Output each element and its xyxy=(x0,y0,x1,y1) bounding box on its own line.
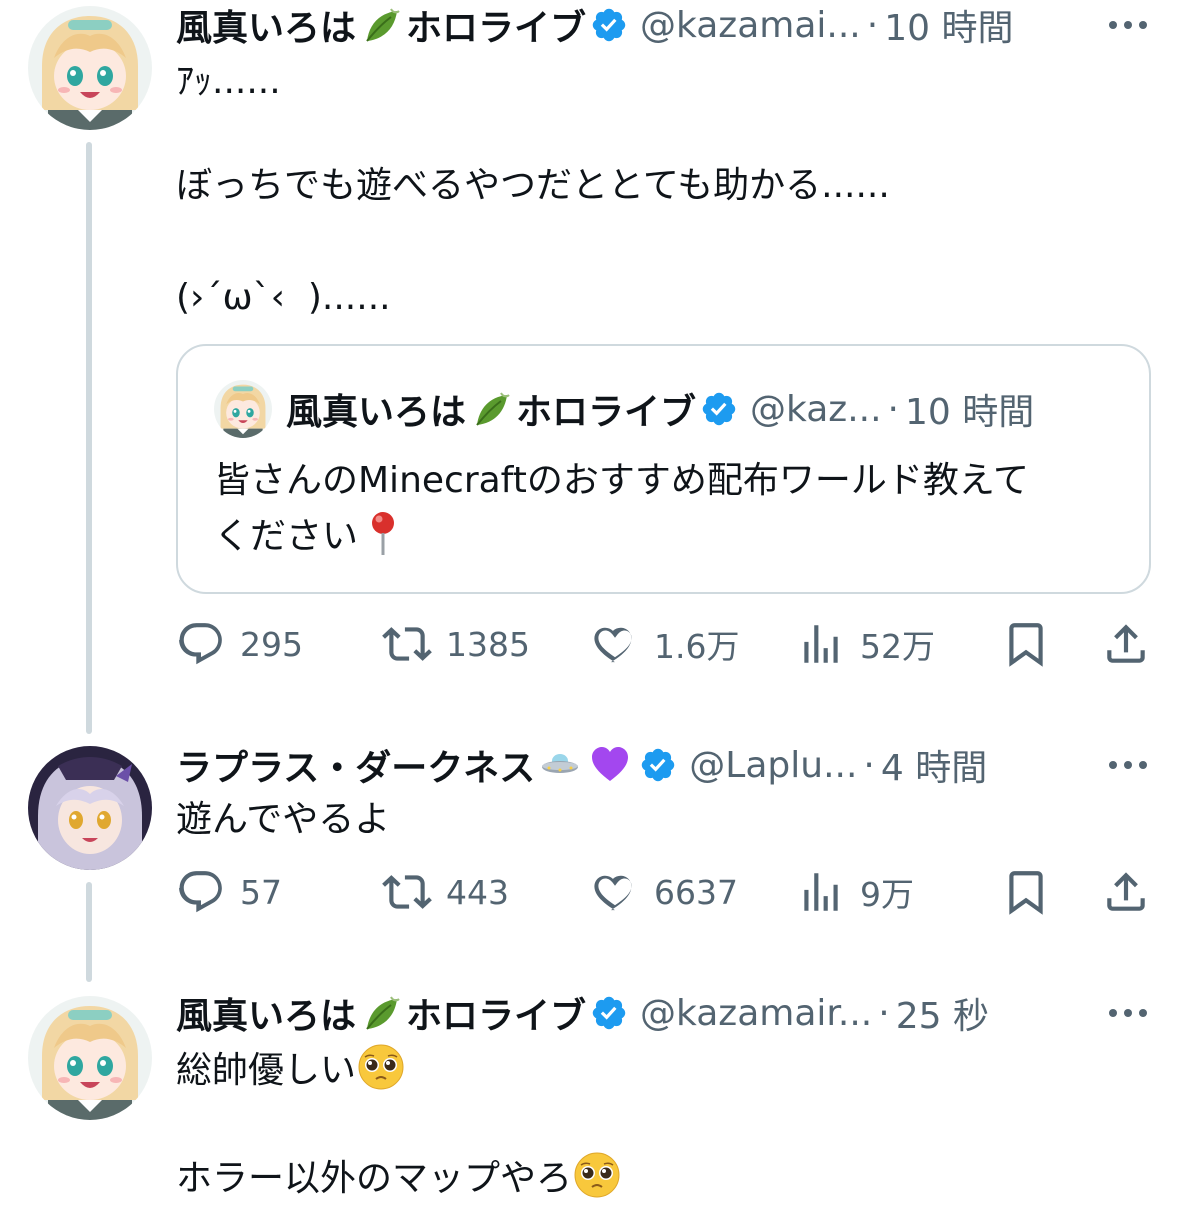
author-name[interactable]: 風真いろは xyxy=(176,987,356,1039)
verified-badge-icon[interactable] xyxy=(639,746,677,784)
quote-text: 皆さんのMinecraftのおすすめ配布ワールド教えて ください xyxy=(214,454,1029,564)
quote-text-line: ください xyxy=(214,516,359,557)
quote-author-name-suffix: ホロライブ xyxy=(516,392,697,433)
avatar[interactable] xyxy=(28,746,152,870)
bookmark-icon xyxy=(1001,619,1051,669)
views-count: 52万 xyxy=(860,627,935,666)
like-icon xyxy=(590,619,640,669)
reply-count: 295 xyxy=(240,624,303,664)
post-actions: 57 443 6637 9万 xyxy=(176,862,1151,922)
views-button[interactable]: 9万 xyxy=(796,862,914,922)
share-icon xyxy=(1101,619,1151,669)
repost-count: 1385 xyxy=(446,624,530,664)
pleading-face-emoji xyxy=(572,1150,622,1200)
post-header: 風真いろは ホロライブ @kazamai... · 10 時間 xyxy=(176,0,1013,50)
like-button[interactable]: 6637 xyxy=(590,862,738,922)
share-icon xyxy=(1101,867,1151,917)
reply-icon xyxy=(176,619,226,669)
verified-badge-icon xyxy=(700,390,738,428)
pushpin-emoji xyxy=(358,508,408,558)
reply-count: 57 xyxy=(240,872,282,912)
author-handle[interactable]: @kazamai... xyxy=(640,5,861,46)
verified-badge-icon[interactable] xyxy=(590,6,628,44)
repost-button[interactable]: 1385 xyxy=(382,614,530,674)
more-icon[interactable] xyxy=(1107,988,1149,1038)
views-icon xyxy=(796,867,846,917)
like-count: 1.6万 xyxy=(654,627,740,666)
separator-dot: · xyxy=(863,744,875,786)
more-icon[interactable] xyxy=(1107,740,1149,790)
views-icon xyxy=(796,619,846,669)
avatar[interactable] xyxy=(28,996,152,1120)
author-handle[interactable]: @kazamair... xyxy=(640,993,872,1034)
quote-author-name: 風真いろは xyxy=(286,392,467,433)
author-name-suffix[interactable]: ホロライブ xyxy=(406,987,586,1039)
verified-badge-icon[interactable] xyxy=(590,994,628,1032)
leaf-emoji xyxy=(358,2,404,48)
thread-line-2 xyxy=(86,882,92,982)
ufo-emoji xyxy=(537,742,583,788)
leaf-emoji xyxy=(358,990,404,1036)
quote-time: 10 時間 xyxy=(905,392,1035,433)
more-icon[interactable] xyxy=(1107,0,1149,50)
like-button[interactable]: 1.6万 xyxy=(590,614,739,674)
quote-card[interactable]: 風真いろは ホロライブ @kaz... · 10 時間 皆さんのMinecraf… xyxy=(176,344,1151,594)
views-count: 9万 xyxy=(860,875,914,914)
separator-dot: · xyxy=(866,4,879,46)
bookmark-button[interactable] xyxy=(1001,614,1065,674)
post-text-line: ホラー以外のマップやろ xyxy=(176,1150,622,1207)
post-text-line: ぼっちでも遊べるやつだととても助かる...... xyxy=(176,165,890,206)
avatar[interactable] xyxy=(28,6,152,130)
post-text-line: 総帥優しい xyxy=(176,1042,406,1099)
post-text-segment: 総帥優しい xyxy=(176,1050,357,1091)
like-count: 6637 xyxy=(654,872,738,912)
author-handle[interactable]: @Laplu... xyxy=(689,745,857,786)
post-actions: 295 1385 1.6万 52万 xyxy=(176,614,1151,674)
quote-author-handle: @kaz... xyxy=(750,388,882,430)
pleading-face-emoji xyxy=(356,1042,406,1092)
separator-dot: · xyxy=(878,992,890,1034)
post-header: 風真いろは ホロライブ @kazamair... · 25 秒 xyxy=(176,988,989,1038)
separator-dot: · xyxy=(887,388,899,430)
repost-icon xyxy=(382,867,432,917)
quote-text-line: 皆さんのMinecraftのおすすめ配布ワールド教えて xyxy=(214,460,1030,501)
thread-line-1 xyxy=(86,142,92,734)
author-name[interactable]: 風真いろは xyxy=(176,0,356,51)
reply-button[interactable]: 57 xyxy=(176,862,282,922)
share-button[interactable] xyxy=(1101,614,1165,674)
repost-icon xyxy=(382,619,432,669)
bookmark-icon xyxy=(1001,867,1051,917)
post-time[interactable]: 10 時間 xyxy=(884,0,1013,51)
repost-button[interactable]: 443 xyxy=(382,862,509,922)
author-name-suffix[interactable]: ホロライブ xyxy=(406,0,586,51)
like-icon xyxy=(590,867,640,917)
reply-button[interactable]: 295 xyxy=(176,614,303,674)
bookmark-button[interactable] xyxy=(1001,862,1065,922)
post-text-segment: ホラー以外のマップやろ xyxy=(176,1158,573,1199)
quote-avatar xyxy=(214,380,272,438)
purple-heart-emoji xyxy=(587,742,633,788)
post-header: ラプラス・ダークネス @Laplu... · 4 時間 xyxy=(176,740,987,790)
post-text: 遊んでやるよ xyxy=(176,799,391,840)
quote-header: 風真いろは ホロライブ @kaz... · 10 時間 xyxy=(286,384,1034,434)
repost-count: 443 xyxy=(446,872,509,912)
share-button[interactable] xyxy=(1101,862,1165,922)
post-text-line: ｱｯ...... xyxy=(176,61,281,102)
author-name[interactable]: ラプラス・ダークネス xyxy=(176,739,535,791)
leaf-emoji xyxy=(468,386,514,432)
post-text-line: (›´ω`‹ )...... xyxy=(176,277,391,318)
post-time[interactable]: 4 時間 xyxy=(881,739,987,791)
reply-icon xyxy=(176,867,226,917)
post-time[interactable]: 25 秒 xyxy=(896,987,989,1039)
views-button[interactable]: 52万 xyxy=(796,614,935,674)
